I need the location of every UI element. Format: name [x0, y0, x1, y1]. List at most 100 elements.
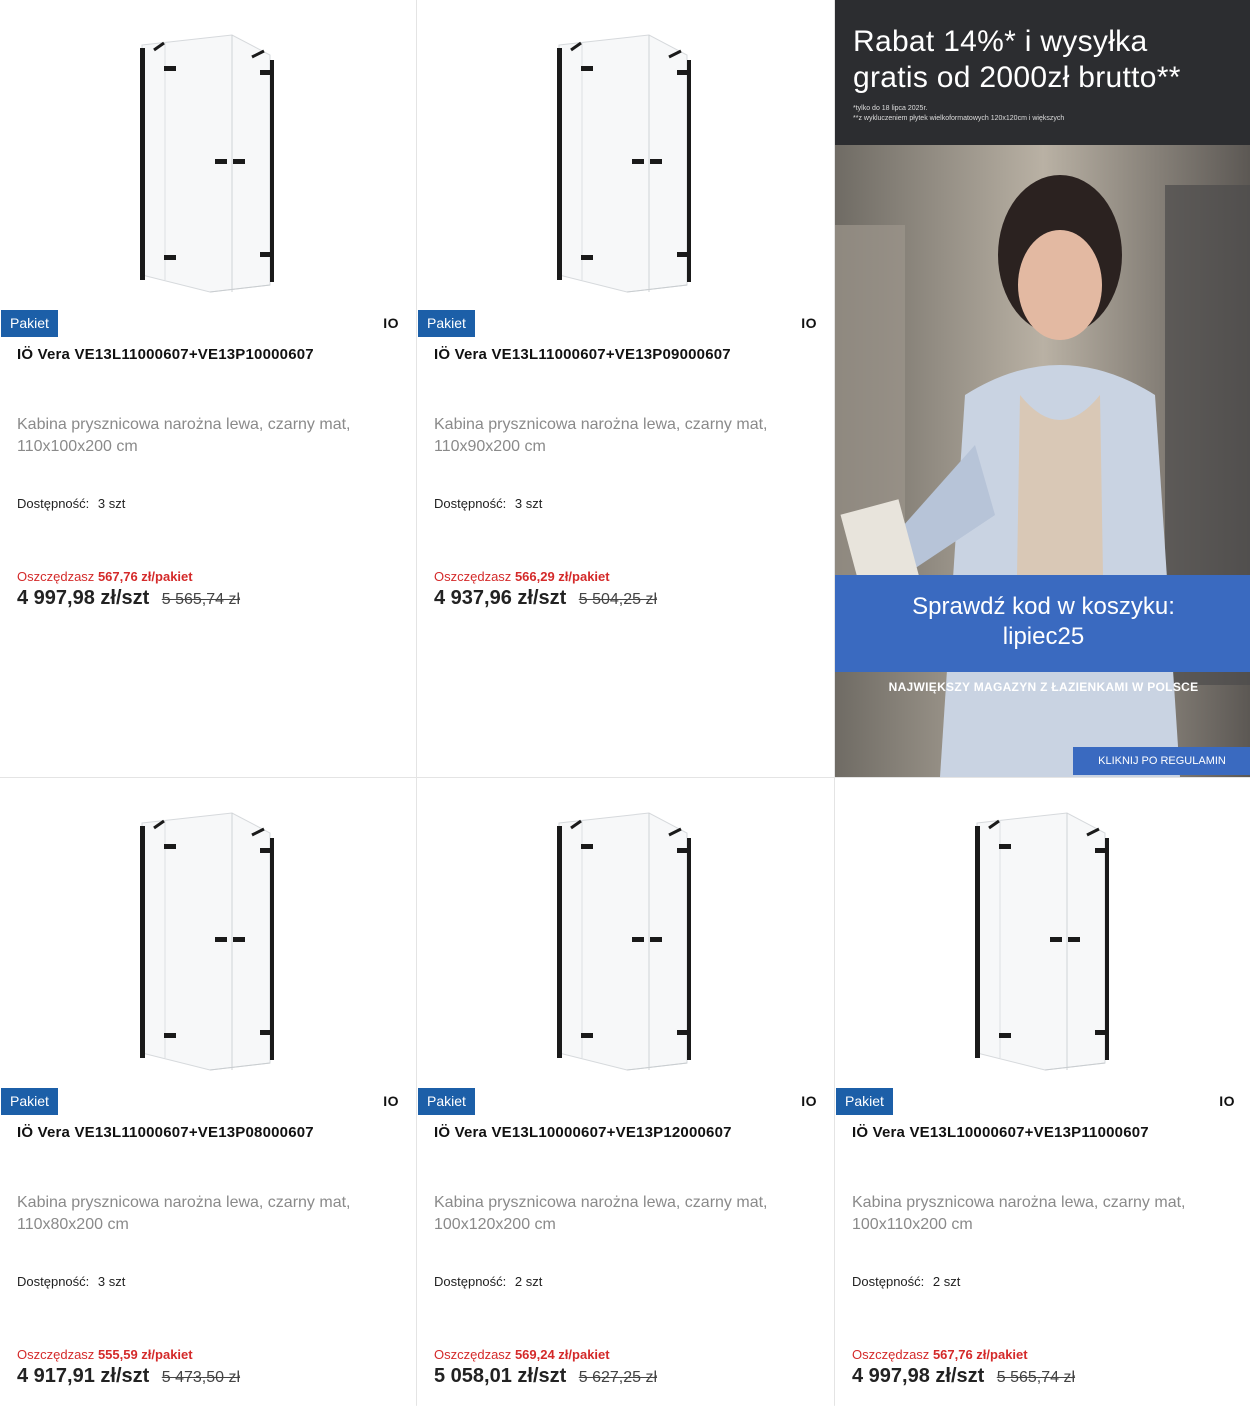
product-card-1[interactable]: Pakiet IO IÖ Vera VE13L11000607+VE13P100… — [0, 0, 416, 777]
availability-label: Dostępność: — [852, 1274, 925, 1289]
package-badge: Pakiet — [418, 310, 475, 337]
product-grid: Pakiet IO IÖ Vera VE13L11000607+VE13P100… — [0, 0, 1250, 1406]
package-badge: Pakiet — [1, 1088, 58, 1115]
description-line: 110x100x200 cm — [17, 438, 138, 455]
product-card-2[interactable]: Pakiet IO IÖ Vera VE13L11000607+VE13P090… — [417, 0, 834, 777]
availability-label: Dostępność: — [434, 1274, 507, 1289]
availability-label: Dostępność: — [17, 496, 90, 511]
product-image[interactable] — [0, 778, 416, 1083]
description-line: Kabina prysznicowa narożna lewa, czarny … — [17, 1194, 351, 1211]
old-price: 5 565,74 zł — [161, 591, 241, 608]
price-row: 4 917,91 zł/szt 5 473,50 zł — [17, 1365, 240, 1388]
availability: Dostępność: 3 szt — [17, 1274, 125, 1289]
description-line: Kabina prysznicowa narożna lewa, czarny … — [852, 1194, 1186, 1211]
package-badge: Pakiet — [836, 1088, 893, 1115]
savings: Oszczędzasz 567,76 zł/pakiet — [852, 1347, 1028, 1362]
product-image[interactable] — [835, 778, 1250, 1083]
availability-value: 2 szt — [932, 1274, 961, 1289]
savings-value: 567,76 zł/pakiet — [932, 1347, 1028, 1362]
availability-value: 3 szt — [97, 496, 126, 511]
promo-headline-line: Rabat 14%* i wysyłka — [853, 25, 1148, 58]
price-row: 5 058,01 zł/szt 5 627,25 zł — [434, 1365, 657, 1388]
savings: Oszczędzasz 569,24 zł/pakiet — [434, 1347, 610, 1362]
availability: Dostępność: 2 szt — [434, 1274, 542, 1289]
brand-logo: IO — [383, 1093, 399, 1109]
product-image[interactable] — [0, 0, 416, 305]
savings-label: Oszczędzasz — [852, 1347, 930, 1362]
brand-logo: IO — [383, 315, 399, 331]
availability-value: 3 szt — [97, 1274, 126, 1289]
product-title[interactable]: IÖ Vera VE13L10000607+VE13P12000607 — [434, 1124, 732, 1141]
package-badge: Pakiet — [418, 1088, 475, 1115]
description-line: 110x90x200 cm — [434, 438, 546, 455]
price-row: 4 937,96 zł/szt 5 504,25 zł — [434, 587, 657, 610]
description-line: 110x80x200 cm — [17, 1216, 129, 1233]
product-title[interactable]: IÖ Vera VE13L11000607+VE13P10000607 — [17, 346, 314, 363]
savings-value: 569,24 zł/pakiet — [514, 1347, 610, 1362]
savings: Oszczędzasz 566,29 zł/pakiet — [434, 569, 610, 584]
promo-code-box: Sprawdź kod w koszyku: lipiec25 — [835, 575, 1250, 672]
description-line: 100x110x200 cm — [852, 1216, 973, 1233]
product-title[interactable]: IÖ Vera VE13L11000607+VE13P09000607 — [434, 346, 731, 363]
savings: Oszczędzasz 567,76 zł/pakiet — [17, 569, 193, 584]
fine-print-line: *tylko do 18 lipca 2025r. — [853, 105, 928, 112]
product-image[interactable] — [417, 0, 834, 305]
availability: Dostępność: 3 szt — [17, 496, 125, 511]
promo-headline-line: gratis od 2000zł brutto** — [853, 61, 1181, 94]
shower-cabin-illustration — [140, 34, 274, 293]
product-description: Kabina prysznicowa narożna lewa, czarny … — [17, 1192, 387, 1236]
product-card-4[interactable]: Pakiet IO IÖ Vera VE13L10000607+VE13P120… — [417, 778, 834, 1406]
shower-cabin-illustration — [557, 34, 691, 293]
savings-label: Oszczędzasz — [434, 1347, 512, 1362]
savings-value: 567,76 zł/pakiet — [97, 569, 193, 584]
savings-label: Oszczędzasz — [434, 569, 512, 584]
current-price: 4 997,98 zł/szt — [17, 587, 150, 609]
product-title[interactable]: IÖ Vera VE13L11000607+VE13P08000607 — [17, 1124, 314, 1141]
old-price: 5 504,25 zł — [578, 591, 658, 608]
brand-logo: IO — [801, 315, 817, 331]
promo-code-label: Sprawdź kod w koszyku: — [912, 593, 1175, 620]
promo-headline: Rabat 14%* i wysyłka gratis od 2000zł br… — [853, 24, 1243, 96]
product-card-3[interactable]: Pakiet IO IÖ Vera VE13L11000607+VE13P080… — [0, 778, 416, 1406]
availability-value: 2 szt — [514, 1274, 543, 1289]
current-price: 4 997,98 zł/szt — [852, 1365, 985, 1387]
brand-logo: IO — [1219, 1093, 1235, 1109]
old-price: 5 627,25 zł — [578, 1369, 658, 1386]
availability-label: Dostępność: — [17, 1274, 90, 1289]
product-card-5[interactable]: Pakiet IO IÖ Vera VE13L10000607+VE13P110… — [835, 778, 1250, 1406]
availability: Dostępność: 3 szt — [434, 496, 542, 511]
old-price: 5 565,74 zł — [996, 1369, 1076, 1386]
description-line: Kabina prysznicowa narożna lewa, czarny … — [17, 416, 351, 433]
brand-logo: IO — [801, 1093, 817, 1109]
savings-value: 555,59 zł/pakiet — [97, 1347, 193, 1362]
current-price: 4 917,91 zł/szt — [17, 1365, 150, 1387]
product-description: Kabina prysznicowa narożna lewa, czarny … — [434, 1192, 804, 1236]
product-description: Kabina prysznicowa narożna lewa, czarny … — [17, 414, 387, 458]
availability-value: 3 szt — [514, 496, 543, 511]
product-description: Kabina prysznicowa narożna lewa, czarny … — [434, 414, 804, 458]
availability-label: Dostępność: — [434, 496, 507, 511]
availability: Dostępność: 2 szt — [852, 1274, 960, 1289]
fine-print-line: **z wykluczeniem płytek wielkoformatowyc… — [853, 115, 1065, 122]
shower-cabin-illustration — [557, 812, 691, 1071]
current-price: 5 058,01 zł/szt — [434, 1365, 567, 1387]
shower-cabin-illustration — [140, 812, 274, 1071]
price-row: 4 997,98 zł/szt 5 565,74 zł — [17, 587, 240, 610]
package-badge: Pakiet — [1, 310, 58, 337]
current-price: 4 937,96 zł/szt — [434, 587, 567, 609]
savings-label: Oszczędzasz — [17, 569, 95, 584]
savings-value: 566,29 zł/pakiet — [514, 569, 610, 584]
promo-banner[interactable]: Rabat 14%* i wysyłka gratis od 2000zł br… — [835, 0, 1250, 777]
shower-cabin-illustration — [975, 812, 1109, 1071]
product-title[interactable]: IÖ Vera VE13L10000607+VE13P11000607 — [852, 1124, 1149, 1141]
product-image[interactable] — [417, 778, 834, 1083]
regulations-button[interactable]: KLIKNIJ PO REGULAMIN — [1073, 747, 1250, 775]
old-price: 5 473,50 zł — [161, 1369, 241, 1386]
description-line: Kabina prysznicowa narożna lewa, czarny … — [434, 1194, 768, 1211]
promo-fine-print: *tylko do 18 lipca 2025r. **z wykluczeni… — [853, 104, 1064, 124]
savings: Oszczędzasz 555,59 zł/pakiet — [17, 1347, 193, 1362]
savings-label: Oszczędzasz — [17, 1347, 95, 1362]
description-line: Kabina prysznicowa narożna lewa, czarny … — [434, 416, 768, 433]
product-description: Kabina prysznicowa narożna lewa, czarny … — [852, 1192, 1222, 1236]
description-line: 100x120x200 cm — [434, 1216, 556, 1233]
